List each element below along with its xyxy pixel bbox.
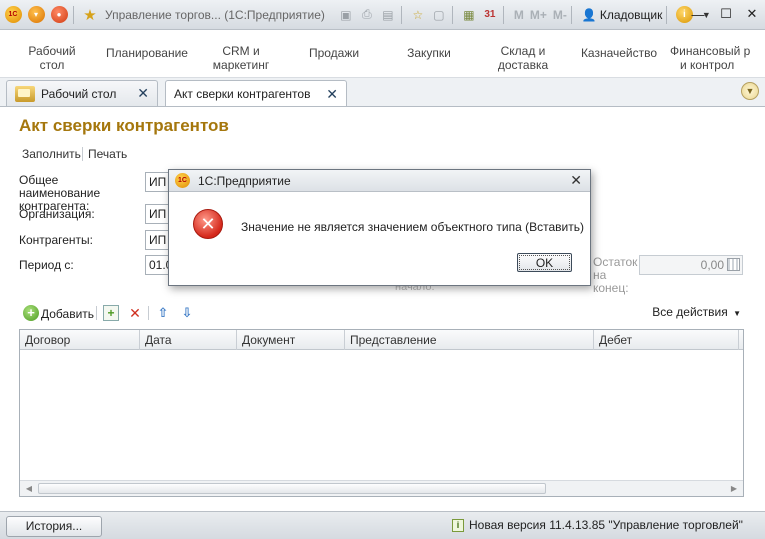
user-menu[interactable]: 👤 Кладовщик bbox=[582, 8, 663, 22]
memory-minus-button[interactable]: M- bbox=[553, 8, 567, 22]
memory-plus-button[interactable]: M+ bbox=[530, 8, 547, 22]
column-header-date[interactable]: Дата bbox=[140, 330, 237, 350]
print-button[interactable]: Печать bbox=[88, 147, 127, 161]
window-title: Управление торгов... (1С:Предприятие) bbox=[105, 7, 325, 22]
column-header-debit[interactable]: Дебет bbox=[594, 330, 739, 350]
page-title: Акт сверки контрагентов bbox=[19, 116, 229, 135]
maximize-button[interactable]: ☐ bbox=[716, 5, 736, 23]
user-icon: 👤 bbox=[581, 7, 597, 22]
chevron-down-icon: ▼ bbox=[733, 309, 741, 318]
close-icon[interactable]: ✕ bbox=[326, 86, 338, 103]
calculator-icon[interactable] bbox=[727, 258, 740, 271]
status-bar: История... i Новая версия 11.4.13.85 "Уп… bbox=[0, 511, 765, 539]
favorites-star-icon[interactable]: ★ bbox=[81, 6, 99, 24]
history-icon[interactable]: ▢ bbox=[430, 6, 448, 24]
ok-button[interactable]: OK bbox=[517, 253, 572, 272]
column-header-document[interactable]: Документ bbox=[237, 330, 345, 350]
user-name: Кладовщик bbox=[599, 7, 663, 22]
new-version-text: Новая версия 11.4.13.85 "Управление торг… bbox=[469, 518, 743, 532]
add-favorite-icon[interactable]: ☆ bbox=[409, 6, 427, 24]
print-icon[interactable]: ⎙ bbox=[358, 6, 376, 24]
section-planning[interactable]: Планирование bbox=[104, 46, 190, 60]
organization-label: Организация: bbox=[19, 207, 95, 221]
minimize-button[interactable]: — bbox=[688, 5, 708, 23]
calculator-icon[interactable]: ▦ bbox=[460, 6, 478, 24]
error-dialog: 1С 1С:Предприятие ✕ ✕ Значение не являет… bbox=[168, 169, 591, 286]
scroll-right-icon[interactable]: ▶ bbox=[727, 482, 741, 495]
tabs-bar: Рабочий стол ✕ Акт сверки контрагентов ✕… bbox=[0, 78, 765, 107]
history-button[interactable]: История... bbox=[6, 516, 102, 537]
section-crm[interactable]: CRM и маркетинг bbox=[206, 44, 276, 72]
add-row-button[interactable]: Добавить bbox=[41, 304, 94, 324]
horizontal-scrollbar[interactable]: ◀ ▶ bbox=[20, 480, 743, 496]
section-desktop[interactable]: Рабочий стол bbox=[22, 44, 82, 72]
dialog-message: Значение не является значением объектног… bbox=[241, 220, 584, 234]
title-bar: 1С ▾ ● ★ Управление торгов... (1С:Предпр… bbox=[0, 0, 765, 30]
column-header-presentation[interactable]: Представление bbox=[345, 330, 594, 350]
all-actions-label: Все действия bbox=[652, 305, 728, 319]
info-icon: i bbox=[452, 518, 464, 532]
add-icon[interactable]: + bbox=[23, 305, 39, 321]
fill-button[interactable]: Заполнить bbox=[22, 147, 81, 161]
dialog-title: 1С:Предприятие bbox=[198, 173, 291, 188]
save-icon[interactable]: ▣ bbox=[337, 6, 355, 24]
section-finance[interactable]: Финансовый р и контрол bbox=[670, 44, 765, 72]
period-label: Период с: bbox=[19, 258, 74, 272]
calendar-icon[interactable]: 31 bbox=[481, 6, 499, 24]
documents-table[interactable]: Договор Дата Документ Представление Дебе… bbox=[19, 329, 744, 497]
move-up-icon[interactable]: ⇧ bbox=[155, 305, 171, 321]
scrollbar-thumb[interactable] bbox=[38, 483, 546, 494]
form-area: Акт сверки контрагентов Заполнить Печать… bbox=[0, 106, 765, 511]
delete-row-icon[interactable]: ✕ bbox=[127, 305, 143, 321]
tab-label: Рабочий стол bbox=[41, 86, 117, 101]
scroll-left-icon[interactable]: ◀ bbox=[22, 482, 36, 495]
column-header-contract[interactable]: Договор bbox=[20, 330, 140, 350]
app-logo-icon: 1С bbox=[175, 173, 190, 188]
tab-desktop[interactable]: Рабочий стол ✕ bbox=[6, 80, 158, 106]
tab-reconciliation[interactable]: Акт сверки контрагентов ✕ bbox=[165, 80, 347, 107]
preview-icon[interactable]: ▤ bbox=[379, 6, 397, 24]
table-header: Договор Дата Документ Представление Дебе… bbox=[20, 330, 743, 350]
close-icon[interactable]: ✕ bbox=[137, 85, 149, 102]
new-version-notice[interactable]: i Новая версия 11.4.13.85 "Управление то… bbox=[452, 518, 743, 532]
tabs-dropdown-icon[interactable]: ▼ bbox=[741, 82, 759, 100]
balance-end-label-3: конец: bbox=[593, 281, 629, 295]
tab-label: Акт сверки контрагентов bbox=[174, 87, 311, 101]
close-window-button[interactable]: ✕ bbox=[742, 5, 762, 23]
close-icon[interactable]: ✕ bbox=[570, 172, 582, 189]
error-icon: ✕ bbox=[193, 209, 223, 239]
record-button[interactable]: ● bbox=[49, 5, 69, 25]
copy-row-icon[interactable]: + bbox=[103, 305, 119, 321]
sections-panel: Рабочий стол Планирование CRM и маркетинг … bbox=[0, 30, 765, 78]
all-actions-menu[interactable]: Все действия ▼ bbox=[652, 305, 741, 319]
app-logo-icon[interactable]: 1С bbox=[3, 5, 23, 25]
section-sales[interactable]: Продажи bbox=[302, 46, 366, 60]
memory-button[interactable]: M bbox=[514, 8, 524, 22]
section-purchases[interactable]: Закупки bbox=[398, 46, 460, 60]
move-down-icon[interactable]: ⇩ bbox=[179, 305, 195, 321]
ok-label: OK bbox=[519, 255, 570, 270]
desktop-icon bbox=[15, 85, 35, 102]
section-treasury[interactable]: Казначейство bbox=[576, 46, 662, 60]
counterparties-label: Контрагенты: bbox=[19, 233, 94, 247]
section-warehouse[interactable]: Склад и доставка bbox=[490, 44, 556, 72]
main-menu-button[interactable]: ▾ bbox=[26, 5, 46, 25]
dialog-title-bar: 1С 1С:Предприятие ✕ bbox=[169, 170, 590, 192]
